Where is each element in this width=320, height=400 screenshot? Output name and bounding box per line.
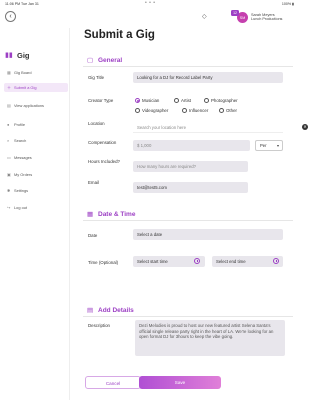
chevron-down-icon: ▾ xyxy=(276,143,279,148)
clear-icon[interactable]: ✕ xyxy=(302,124,308,130)
radio-dot xyxy=(135,108,140,113)
hours-label: Hours Included? xyxy=(88,159,120,164)
clock-icon xyxy=(194,258,200,264)
sidebar-item-label: View applications xyxy=(14,103,44,108)
calendar-icon: ▦ xyxy=(87,211,94,218)
search-icon: ⌕ xyxy=(7,138,10,143)
sidebar-item-profile[interactable]: ● Profile xyxy=(4,120,68,129)
radio-label: Musician xyxy=(142,98,160,103)
radio-label: Other xyxy=(226,108,237,113)
main-content: Submit a Gig ▢ General Gig Title Looking … xyxy=(75,28,308,400)
document-icon: ▤ xyxy=(7,103,11,108)
save-button[interactable]: Save xyxy=(139,376,221,389)
radio-videographer[interactable]: Videographer xyxy=(135,107,168,114)
radio-other[interactable]: Other xyxy=(219,107,237,114)
divider xyxy=(83,66,293,67)
compensation-label: Compensation xyxy=(88,140,117,145)
briefcase-icon: ▢ xyxy=(87,57,94,64)
plus-icon: ＋ xyxy=(7,85,11,90)
message-icon: ▭ xyxy=(7,155,11,160)
sidebar-item-label: Messages xyxy=(14,155,32,160)
page-title: Submit a Gig xyxy=(84,29,155,41)
sidebar-item-label: Log out xyxy=(14,205,27,210)
radio-artist[interactable]: Artist xyxy=(174,97,191,104)
profile-name: Sarah Meyers Lunch Productions xyxy=(251,13,282,22)
profile-menu[interactable]: SM 12 Sarah Meyers Lunch Productions xyxy=(231,10,297,26)
location-search-input[interactable]: Search your location here xyxy=(133,122,283,133)
gig-title-label: Gig Title xyxy=(88,75,105,80)
creator-type-label: Creator Type xyxy=(88,98,114,103)
profile-name-line2: Lunch Productions xyxy=(251,17,283,22)
divider xyxy=(83,316,293,317)
gig-title-input[interactable]: Looking for a DJ for Record Label Party xyxy=(133,72,283,83)
radio-musician[interactable]: Musician xyxy=(135,97,159,104)
time-label: Time (Optional) xyxy=(88,260,119,265)
sidebar-item-view-applications[interactable]: ▤ View applications xyxy=(4,101,68,110)
sidebar-item-messages[interactable]: ▭ Messages xyxy=(4,153,68,162)
section-general-label: General xyxy=(98,57,123,64)
sidebar-item-my-orders[interactable]: ▣ My Orders xyxy=(4,170,68,179)
hours-input[interactable]: How many hours are required? xyxy=(133,161,248,172)
radio-label: Artist xyxy=(181,98,192,103)
sidebar-item-label: Settings xyxy=(14,188,29,193)
sidebar-item-label: Submit a Gig xyxy=(14,85,37,90)
back-icon[interactable]: ‹ xyxy=(5,11,16,22)
description-textarea[interactable]: Dezi Melodies is proud to host our new f… xyxy=(135,320,285,356)
top-bar: ‹ ◇ SM 12 Sarah Meyers Lunch Productions xyxy=(0,8,300,28)
list-icon: ▤ xyxy=(87,307,94,314)
section-details-heading: ▤ Add Details xyxy=(87,306,134,314)
multitask-dots: • • • xyxy=(145,0,156,6)
compensation-input[interactable]: $ 1,000 xyxy=(133,140,250,151)
sidebar-item-submit-gig[interactable]: ＋ Submit a Gig xyxy=(4,83,68,92)
status-time: 11:06 PM Tue Jan 31 xyxy=(5,2,39,6)
user-icon: ● xyxy=(7,122,10,127)
sidebar-item-log-out[interactable]: ↪ Log out xyxy=(4,203,68,212)
logo-icon: ▮▮ xyxy=(5,52,13,59)
grid-icon: ▦ xyxy=(7,70,11,75)
radio-dot xyxy=(174,98,179,103)
email-input[interactable]: test@test5.com xyxy=(133,182,248,193)
section-datetime-label: Date & Time xyxy=(98,211,136,218)
date-picker[interactable]: Select a date xyxy=(133,229,283,240)
cancel-button[interactable]: Cancel xyxy=(85,376,141,389)
email-label: Email xyxy=(88,180,99,185)
battery-indicator: 100% ▮ xyxy=(281,2,294,6)
sidebar-item-label: Search xyxy=(14,138,27,143)
radio-dot xyxy=(219,108,224,113)
sidebar-item-label: Gig Board xyxy=(14,70,32,75)
section-details-label: Add Details xyxy=(98,307,134,314)
location-label: Location xyxy=(88,121,105,126)
select-value: Per xyxy=(260,143,267,148)
radio-influencer[interactable]: Influencer xyxy=(182,107,208,114)
clock-icon xyxy=(273,258,279,264)
section-datetime-heading: ▦ Date & Time xyxy=(87,210,135,218)
status-bar: 11:06 PM Tue Jan 31 • • • 100% ▮ xyxy=(0,0,300,8)
radio-dot xyxy=(182,108,187,113)
divider xyxy=(83,220,293,221)
sidebar-item-label: My Orders xyxy=(14,172,33,177)
notification-badge: 12 xyxy=(231,10,239,16)
radio-dot xyxy=(204,98,209,103)
radio-photographer[interactable]: Photographer xyxy=(204,97,238,104)
section-general-heading: ▢ General xyxy=(87,56,122,64)
tag-icon[interactable]: ◇ xyxy=(202,13,207,20)
logo-text: Gig xyxy=(17,51,30,60)
description-label: Description xyxy=(88,323,110,328)
sidebar-item-gig-board[interactable]: ▦ Gig Board xyxy=(4,68,68,77)
radio-label: Influencer xyxy=(189,108,209,113)
gear-icon: ✱ xyxy=(7,188,11,193)
logout-icon: ↪ xyxy=(7,205,11,210)
radio-label: Videographer xyxy=(142,108,169,113)
sidebar-item-label: Profile xyxy=(14,122,26,127)
app-logo: ▮▮ Gig xyxy=(4,50,66,60)
compensation-unit-select[interactable]: Per ▾ xyxy=(255,140,283,151)
date-label: Date xyxy=(88,233,98,238)
cart-icon: ▣ xyxy=(7,172,11,177)
radio-dot xyxy=(135,98,140,103)
sidebar: ▮▮ Gig ▦ Gig Board ＋ Submit a Gig ▤ View ap… xyxy=(0,28,70,400)
radio-label: Photographer xyxy=(211,98,238,103)
sidebar-item-search[interactable]: ⌕ Search xyxy=(4,136,68,145)
sidebar-item-settings[interactable]: ✱ Settings xyxy=(4,186,68,195)
